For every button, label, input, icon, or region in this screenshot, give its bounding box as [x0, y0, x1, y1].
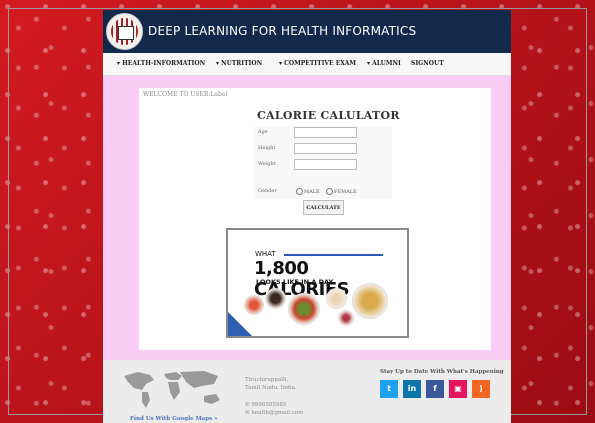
social-heading: Stay Up to Date With What's Happening — [380, 369, 504, 375]
calculator-title: CALORIE CALULATOR — [257, 109, 400, 122]
height-label: Height — [258, 145, 276, 151]
promo-rule — [284, 254, 383, 256]
weight-label: Weight — [258, 161, 276, 167]
world-map-icon[interactable] — [120, 366, 228, 412]
site-header: DEEP LEARNING FOR HEALTH INFORMATICS — [103, 10, 511, 53]
phone-icon: ✆ — [245, 402, 250, 408]
nav-health-information[interactable]: ▾ HEALTH-INFORMATION — [117, 60, 205, 67]
main-nav: ▾ HEALTH-INFORMATION ▾ NUTRITION ▾ COMPE… — [103, 53, 511, 76]
radio-circle-icon — [326, 188, 333, 195]
rss-icon[interactable]: ) — [472, 380, 490, 398]
site-logo[interactable] — [106, 13, 143, 50]
food-plate-icon — [265, 288, 286, 309]
address-city: Tiruchirappalli, — [245, 377, 289, 383]
email-link[interactable]: health@gmail.com — [251, 410, 303, 416]
site-title: DEEP LEARNING FOR HEALTH INFORMATICS — [148, 24, 417, 38]
height-input[interactable] — [294, 143, 357, 154]
weight-input[interactable] — [294, 159, 357, 170]
gender-female-radio[interactable]: FEMALE — [326, 188, 357, 195]
nav-alumni[interactable]: ▾ ALUMNI — [367, 60, 401, 67]
food-plate-icon — [326, 288, 347, 309]
food-plate-icon — [352, 283, 388, 319]
nav-competitive-exam[interactable]: ▾ COMPETITIVE EXAM — [279, 60, 356, 67]
phone-row: ✆ 9998585585 — [245, 402, 286, 408]
gender-male-radio[interactable]: MALE — [296, 188, 320, 195]
email-row: ✉ health@gmail.com — [245, 410, 303, 416]
main-content: WELCOME TO USER:Label CALORIE CALULATOR … — [139, 88, 491, 350]
site-footer: Find Us With Google Maps » Tiruchirappal… — [103, 360, 511, 423]
instagram-icon[interactable]: ▣ — [449, 380, 467, 398]
radio-circle-icon — [296, 188, 303, 195]
food-plate-icon — [288, 293, 320, 325]
welcome-label: WELCOME TO USER:Label — [143, 91, 228, 98]
facebook-icon[interactable]: f — [426, 380, 444, 398]
gender-label: Gender — [258, 188, 277, 194]
nav-signout[interactable]: SIGNOUT — [411, 60, 444, 67]
calories-promo-image: WHAT 1,800 CALORIES LOOKS LIKE IN A DAY — [226, 228, 409, 338]
calculate-button[interactable]: CALCULATE — [303, 200, 344, 215]
nav-nutrition[interactable]: ▾ NUTRITION — [216, 60, 262, 67]
promo-what-text: WHAT — [255, 250, 276, 258]
phone-number: 9998585585 — [251, 402, 287, 408]
promo-corner-decoration — [228, 312, 252, 336]
address-state: Tamil Nadu, India. — [245, 385, 297, 391]
linkedin-icon[interactable]: in — [403, 380, 421, 398]
age-input[interactable] — [294, 127, 357, 138]
promo-subline: LOOKS LIKE IN A DAY — [256, 278, 334, 286]
age-label: Age — [258, 129, 268, 135]
gender-male-label: MALE — [304, 189, 320, 195]
gender-female-label: FEMALE — [334, 189, 357, 195]
mail-icon: ✉ — [245, 410, 250, 416]
calculator-form: Age Height Weight Gender MALE FEMALE — [254, 126, 392, 199]
twitter-icon[interactable]: t — [380, 380, 398, 398]
page-container: DEEP LEARNING FOR HEALTH INFORMATICS ▾ H… — [103, 10, 511, 423]
food-plate-icon — [338, 310, 354, 326]
logo-emblem — [118, 26, 134, 40]
google-maps-link[interactable]: Find Us With Google Maps » — [130, 416, 218, 422]
